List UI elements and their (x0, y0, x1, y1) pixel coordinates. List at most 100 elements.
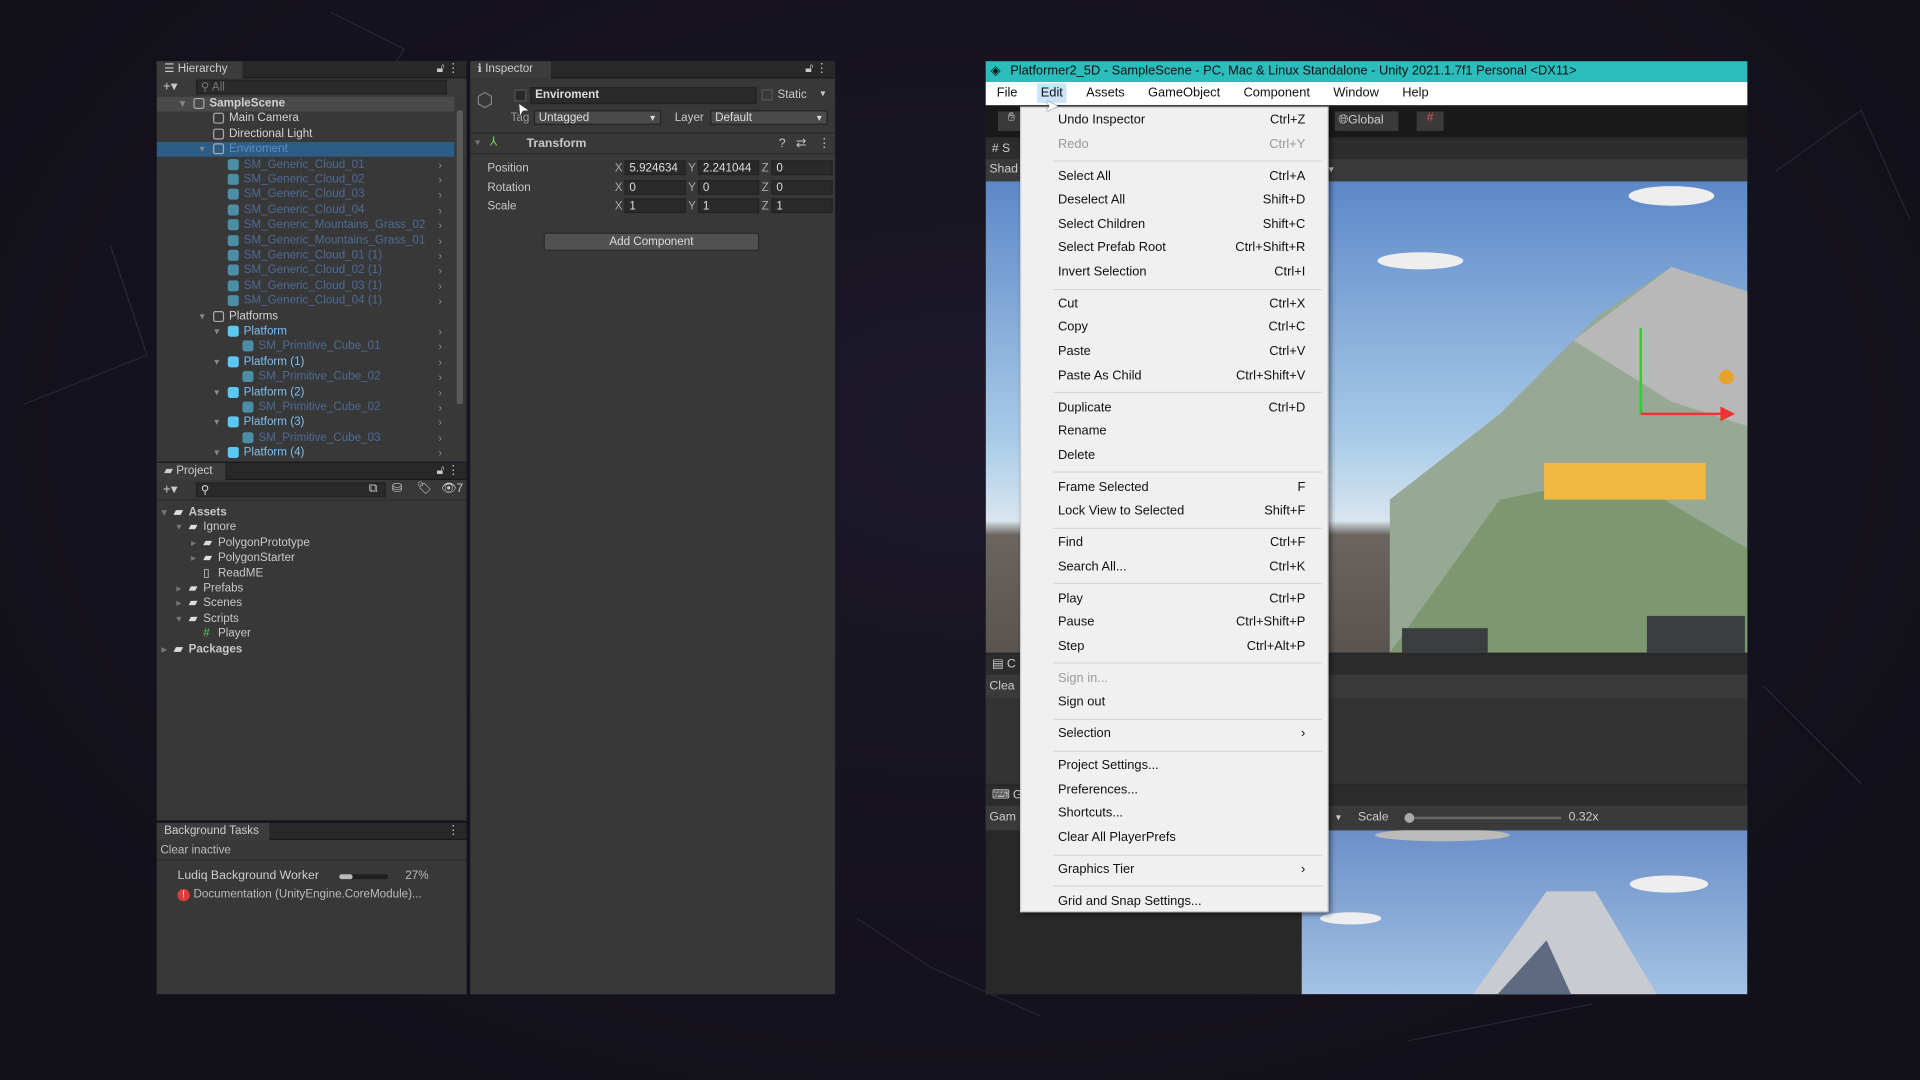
menu-item[interactable]: Select All Ctrl+A (1058, 165, 1313, 187)
scale-x-field[interactable]: 1 (624, 198, 686, 214)
open-prefab-arrow-icon[interactable]: › (438, 340, 442, 355)
game-view[interactable] (1301, 830, 1748, 995)
project-search-input[interactable]: ⚲ (195, 482, 386, 498)
transform-header[interactable]: ▾ ⅄ Transform ? ⇄ ⋮ (470, 132, 836, 155)
open-prefab-arrow-icon[interactable]: › (438, 188, 442, 203)
menu-item[interactable]: Undo Inspector Ctrl+Z (1058, 109, 1313, 131)
project-item[interactable]: ▾ ▰ Scripts (157, 612, 467, 627)
position-x-field[interactable]: 5.924634 (624, 160, 686, 176)
menu-item[interactable]: Preferences... (1058, 778, 1313, 800)
menu-item[interactable]: Search All... Ctrl+K (1058, 556, 1313, 578)
hierarchy-item[interactable]: ▾ Platforms (157, 309, 455, 324)
hierarchy-item[interactable]: ▾ Platform › (157, 324, 455, 339)
position-y-field[interactable]: 2.241044 (697, 160, 760, 176)
collapse-icon[interactable]: ▾ (475, 137, 480, 148)
expand-arrow-icon[interactable]: ▾ (200, 309, 205, 324)
layer-dropdown[interactable]: Default ▾ (710, 110, 828, 125)
menu-item[interactable]: Rename (1058, 420, 1313, 442)
menu-item[interactable]: Select Children Shift+C (1058, 213, 1313, 235)
display-dropdown[interactable]: Gam (989, 811, 1016, 824)
menu-item[interactable]: Invert Selection Ctrl+I (1058, 261, 1313, 283)
rotation-z-field[interactable]: 0 (771, 179, 833, 195)
gameobject-icon[interactable]: ⬡ (476, 88, 493, 112)
lock-icon[interactable]: 🔓︎ (437, 62, 445, 75)
project-item[interactable]: ▸ ▰ PolygonStarter (157, 551, 467, 566)
expand-arrow-icon[interactable]: ▸ (176, 597, 181, 612)
hierarchy-item[interactable]: SM_Primitive_Cube_01 › (157, 340, 455, 355)
menu-assets[interactable]: Assets (1082, 83, 1128, 103)
shading-mode-dropdown[interactable]: Shad (989, 163, 1018, 176)
menu-item[interactable]: Clear All PlayerPrefs (1058, 826, 1313, 848)
task-error[interactable]: ! Documentation (UnityEngine.CoreModule).… (177, 888, 422, 902)
background-tasks-tab[interactable]: Background Tasks (156, 822, 270, 841)
menu-item[interactable]: Find Ctrl+F (1058, 532, 1313, 554)
menu-item[interactable]: Pause Ctrl+Shift+P (1058, 611, 1313, 633)
hierarchy-item[interactable]: SM_Generic_Cloud_01 › (157, 157, 455, 172)
open-prefab-arrow-icon[interactable]: › (438, 355, 442, 370)
hierarchy-item[interactable]: ▾ Platform (2) › (157, 385, 455, 400)
rotation-y-field[interactable]: 0 (697, 179, 760, 195)
expand-arrow-icon[interactable]: ▾ (214, 446, 219, 461)
open-prefab-arrow-icon[interactable]: › (438, 173, 442, 188)
menu-item[interactable]: Sign out (1058, 691, 1313, 713)
hierarchy-item[interactable]: SM_Generic_Cloud_02 › (157, 173, 455, 188)
hierarchy-item[interactable]: ▾ Platform (1) › (157, 355, 455, 370)
hierarchy-tab[interactable]: ☰ Hierarchy (156, 61, 243, 79)
open-prefab-arrow-icon[interactable]: › (438, 416, 442, 431)
open-prefab-arrow-icon[interactable]: › (438, 385, 442, 400)
menu-component[interactable]: Component (1240, 83, 1314, 103)
global-toggle[interactable]: 🌐︎Global (1334, 111, 1399, 132)
menu-item[interactable]: Lock View to Selected Shift+F (1058, 500, 1313, 522)
hierarchy-item[interactable]: SM_Generic_Cloud_03 › (157, 188, 455, 203)
menu-item[interactable]: Paste As Child Ctrl+Shift+V (1058, 364, 1313, 386)
hierarchy-item[interactable]: ▾ Platform (4) › (157, 446, 455, 461)
menu-item[interactable]: Grid and Snap Settings... (1058, 890, 1313, 912)
open-prefab-arrow-icon[interactable]: › (438, 203, 442, 218)
menu-help[interactable]: Help (1399, 83, 1433, 103)
menu-item[interactable]: Select Prefab Root Ctrl+Shift+R (1058, 237, 1313, 259)
expand-arrow-icon[interactable]: ▾ (200, 142, 205, 157)
expand-arrow-icon[interactable]: ▾ (176, 612, 181, 627)
menu-item[interactable]: Delete (1058, 444, 1313, 466)
expand-arrow-icon[interactable]: ▸ (191, 551, 196, 566)
expand-arrow-icon[interactable]: ▾ (214, 385, 219, 400)
menu-item[interactable]: Selection › (1058, 723, 1313, 745)
hierarchy-scrollbar[interactable] (456, 110, 463, 405)
hierarchy-item[interactable]: ▾ SampleScene (156, 96, 455, 112)
open-prefab-arrow-icon[interactable]: › (438, 233, 442, 248)
open-prefab-arrow-icon[interactable]: › (438, 249, 442, 264)
filter-type-icon[interactable]: ⛁ (392, 482, 402, 495)
project-tab[interactable]: ▰ Project (156, 462, 226, 481)
window-title-bar[interactable]: ◈ Platformer2_5D - SampleScene - PC, Mac… (985, 61, 1748, 83)
menu-item[interactable]: Redo Ctrl+Y (1058, 133, 1313, 155)
hierarchy-item[interactable]: SM_Generic_Mountains_Grass_02 › (157, 218, 455, 233)
open-prefab-arrow-icon[interactable]: › (438, 218, 442, 233)
hierarchy-search-input[interactable]: ⚲ All (195, 79, 447, 95)
lock-icon[interactable]: 🔓︎ (805, 62, 813, 75)
menu-gameobject[interactable]: GameObject (1144, 83, 1224, 103)
project-item[interactable]: ▸ ▰ Packages (157, 642, 467, 657)
position-z-field[interactable]: 0 (771, 160, 833, 176)
more-options-icon[interactable]: ⋮ (816, 62, 828, 75)
menu-item[interactable]: Sign in... (1058, 667, 1313, 689)
hierarchy-item[interactable]: ▾ Enviroment (156, 142, 455, 157)
project-item[interactable]: ▸ ▰ PolygonPrototype (157, 536, 467, 551)
help-icon[interactable]: ? (779, 137, 786, 150)
hierarchy-item[interactable]: SM_Generic_Mountains_Grass_01 › (157, 233, 455, 248)
add-component-button[interactable]: Add Component (543, 232, 760, 252)
tag-dropdown[interactable]: Untagged ▾ (533, 110, 662, 125)
object-name-input[interactable]: Enviroment (530, 86, 757, 105)
more-options-icon[interactable]: ⋮ (447, 464, 459, 477)
scale-slider[interactable] (1404, 813, 1562, 823)
scale-z-field[interactable]: 1 (771, 198, 833, 214)
project-item[interactable]: ▸ ▰ Scenes (157, 597, 467, 612)
clear-inactive-button[interactable]: Clear inactive (160, 844, 230, 857)
menu-item[interactable]: Project Settings... (1058, 754, 1313, 776)
menu-item[interactable]: Shortcuts... (1058, 802, 1313, 824)
hierarchy-item[interactable]: SM_Generic_Cloud_04 (1) › (157, 294, 455, 309)
expand-arrow-icon[interactable]: ▾ (214, 324, 219, 339)
hierarchy-item[interactable]: SM_Generic_Cloud_03 (1) › (157, 279, 455, 294)
hierarchy-item[interactable]: SM_Generic_Cloud_04 › (157, 203, 455, 218)
project-item[interactable]: ▾ ▰ Ignore (157, 521, 467, 536)
menu-window[interactable]: Window (1330, 83, 1383, 103)
